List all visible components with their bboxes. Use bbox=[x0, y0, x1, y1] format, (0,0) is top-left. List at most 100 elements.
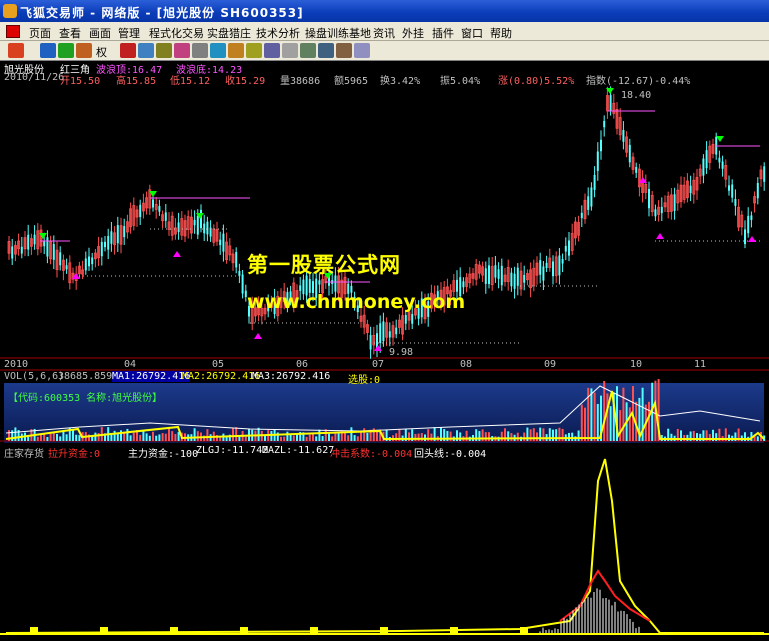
volume-bar bbox=[593, 392, 596, 441]
candle-body bbox=[200, 209, 202, 229]
volume-bar bbox=[609, 406, 612, 441]
info-high: 高15.85 bbox=[116, 76, 157, 87]
high-price-marker: 18.40 bbox=[621, 90, 652, 101]
draw-icon[interactable] bbox=[264, 43, 280, 58]
menu-manage[interactable]: 管理 bbox=[118, 25, 140, 41]
info-low: 低15.12 bbox=[170, 76, 211, 87]
volume-bar bbox=[164, 433, 167, 441]
search-icon[interactable] bbox=[246, 43, 262, 58]
layout-icon[interactable] bbox=[282, 43, 298, 58]
cloud-icon[interactable] bbox=[210, 43, 226, 58]
record-icon[interactable] bbox=[120, 43, 136, 58]
volume-bar bbox=[36, 436, 39, 441]
menu-program-trading[interactable]: 程式化交易 bbox=[149, 25, 204, 41]
grid-icon[interactable] bbox=[192, 43, 208, 58]
menu-tech-analysis[interactable]: 技术分析 bbox=[256, 25, 300, 41]
volume-bar bbox=[584, 407, 586, 441]
system-menu-icon[interactable] bbox=[6, 25, 20, 38]
candle-body bbox=[395, 327, 398, 335]
volume-bar bbox=[366, 432, 369, 441]
candle-body bbox=[59, 252, 62, 266]
zoom-in-icon[interactable] bbox=[58, 43, 74, 58]
chart-icon[interactable] bbox=[138, 43, 154, 58]
volume-bar bbox=[555, 429, 558, 441]
volume-bar bbox=[728, 434, 730, 441]
volume-bar bbox=[264, 435, 266, 441]
rights-selector[interactable]: 权 bbox=[96, 44, 107, 60]
volume-bar bbox=[459, 432, 462, 441]
candle-body bbox=[542, 266, 545, 281]
volume-bar bbox=[238, 436, 241, 441]
menu-training-base[interactable]: 操盘训练基地 bbox=[305, 25, 371, 41]
volume-bar bbox=[270, 431, 273, 441]
forward-icon[interactable] bbox=[76, 43, 92, 58]
vol-ma2: MA2:26792.416 bbox=[182, 371, 261, 382]
table-icon[interactable] bbox=[336, 43, 352, 58]
candle-body bbox=[193, 219, 196, 226]
info-turnover: 换3.42% bbox=[380, 76, 421, 87]
candle-body bbox=[241, 274, 244, 294]
volume-bar bbox=[536, 432, 538, 441]
candle-body bbox=[388, 331, 391, 338]
volume-bar bbox=[126, 428, 129, 441]
formula-icon[interactable] bbox=[156, 43, 172, 58]
candle-body bbox=[196, 215, 199, 235]
window-icon[interactable] bbox=[300, 43, 316, 58]
watermark-url: www.chnmoney.com bbox=[247, 291, 466, 313]
date-label: 10 bbox=[630, 359, 643, 370]
lower-marker bbox=[450, 627, 458, 633]
volume-bar bbox=[113, 430, 116, 441]
volume-bar bbox=[72, 429, 74, 441]
volume-bar bbox=[424, 434, 426, 441]
app-logo-icon bbox=[3, 4, 17, 18]
split-icon[interactable] bbox=[318, 43, 334, 58]
candle-body bbox=[603, 120, 606, 128]
volume-bar bbox=[161, 433, 164, 441]
candle-body bbox=[164, 212, 167, 221]
candle-body bbox=[27, 234, 30, 250]
vol-title: VOL(5,6,6) bbox=[4, 371, 65, 382]
candle-body bbox=[648, 189, 650, 209]
volume-bar bbox=[523, 432, 526, 441]
candle-body bbox=[523, 274, 526, 283]
candle-body bbox=[552, 261, 554, 277]
menu-plugin-ext[interactable]: 外挂 bbox=[402, 25, 424, 41]
menu-screen[interactable]: 画面 bbox=[89, 25, 111, 41]
volume-bar bbox=[292, 435, 295, 441]
volume-bar bbox=[308, 434, 311, 441]
volume-bar bbox=[571, 432, 574, 441]
buy-triangle-icon bbox=[254, 333, 262, 339]
menu-live-hunt[interactable]: 实盘猎庄 bbox=[207, 25, 251, 41]
candle-body bbox=[462, 281, 465, 288]
volume-bar bbox=[148, 435, 151, 441]
buy-triangle-icon bbox=[374, 345, 382, 351]
candle-body bbox=[33, 234, 36, 245]
menu-view[interactable]: 查看 bbox=[59, 25, 81, 41]
candle-body bbox=[539, 260, 542, 275]
volume-bar bbox=[296, 434, 298, 441]
back-icon[interactable] bbox=[40, 43, 56, 58]
chart-area[interactable]: 旭光股份 红三角 波浪顶:16.47 波浪底:14.23 2010/11/26 … bbox=[0, 61, 769, 641]
volume-bar bbox=[318, 429, 321, 441]
candle-body bbox=[46, 237, 49, 257]
menu-plugins[interactable]: 插件 bbox=[432, 25, 454, 41]
volume-bar bbox=[628, 407, 631, 441]
lower-label: 回头线:-0.004 bbox=[414, 449, 487, 460]
menu-page[interactable]: 页面 bbox=[29, 25, 51, 41]
candle-body bbox=[763, 166, 766, 182]
calendar-icon[interactable] bbox=[228, 43, 244, 58]
settings-icon[interactable] bbox=[354, 43, 370, 58]
menu-news[interactable]: 资讯 bbox=[373, 25, 395, 41]
marker-icon[interactable] bbox=[174, 43, 190, 58]
info-date: 2010/11/26 bbox=[4, 72, 65, 83]
info-change: 涨(0.80)5.52% bbox=[498, 76, 575, 87]
candle-body bbox=[734, 198, 737, 206]
volume-bar bbox=[132, 432, 135, 441]
home-icon[interactable] bbox=[8, 43, 24, 58]
volume-bar bbox=[376, 431, 378, 441]
menu-help[interactable]: 帮助 bbox=[490, 25, 512, 41]
menu-bar: 页面 查看 画面 管理 程式化交易 实盘猎庄 技术分析 操盘训练基地 资讯 外挂… bbox=[0, 22, 769, 41]
volume-bar bbox=[622, 387, 625, 441]
candle-body bbox=[158, 206, 161, 212]
menu-window[interactable]: 窗口 bbox=[461, 25, 483, 41]
